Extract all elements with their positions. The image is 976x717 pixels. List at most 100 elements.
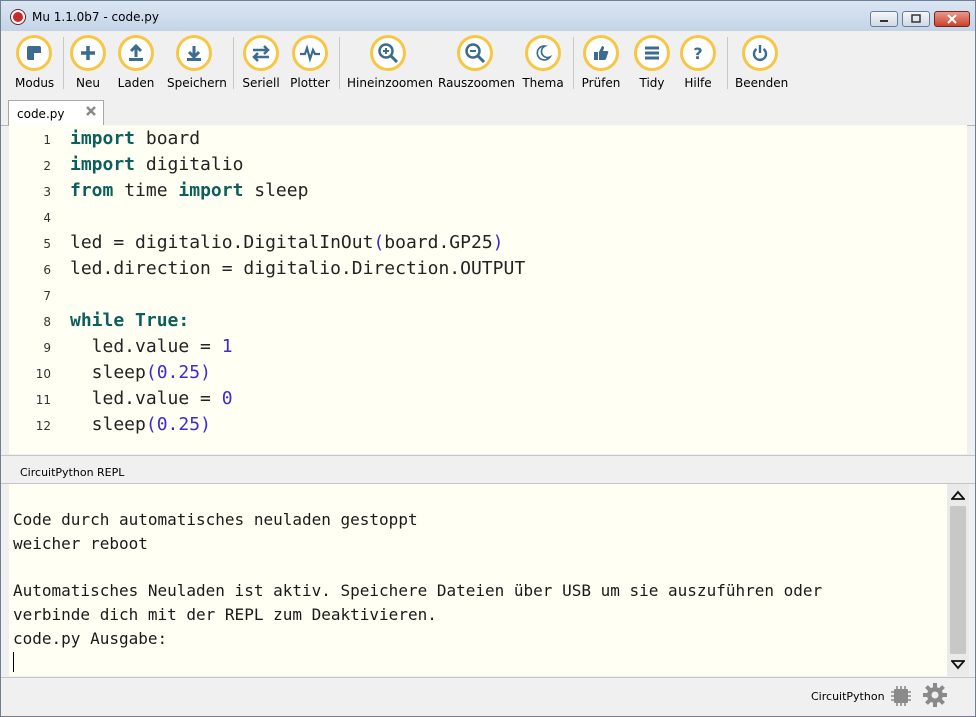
close-icon [947, 14, 957, 24]
minimize-button[interactable] [870, 11, 898, 27]
code-paren: ( [145, 362, 157, 383]
code-line: led = digitalio.DigitalInOut(board.GP25) [70, 232, 504, 254]
scroll-down-button[interactable] [948, 655, 968, 675]
plotter-label: Plotter [290, 76, 330, 90]
code-number: 0.25 [156, 362, 201, 383]
code-number: 0.25 [156, 414, 201, 435]
save-button[interactable]: Speichern [167, 35, 227, 90]
theme-button[interactable]: Thema [521, 35, 565, 90]
line-number: 11 [35, 393, 51, 407]
code-keyword: True [135, 310, 179, 331]
line-number-gutter: 1 2 3 4 5 6 7 8 9 10 11 12 [9, 125, 63, 454]
arrow-up-icon [951, 490, 965, 500]
minimize-icon [880, 20, 888, 22]
scroll-up-button[interactable] [948, 485, 968, 505]
quit-label: Beenden [735, 76, 789, 90]
moon-icon [536, 45, 553, 61]
zoom-out-button[interactable]: Rauszoomen [438, 35, 515, 90]
load-label: Laden [117, 76, 155, 90]
code-keyword: import [70, 154, 136, 175]
scroll-thumb[interactable] [950, 506, 966, 654]
plus-icon [81, 46, 95, 60]
tidy-label: Tidy [639, 76, 665, 90]
gear-icon[interactable] [922, 682, 948, 708]
code-line: sleep(0.25) [70, 362, 211, 384]
code-editor[interactable]: 1 2 3 4 5 6 7 8 9 10 11 12 import board … [9, 125, 967, 454]
serial-button[interactable]: Seriell [241, 35, 281, 90]
plotter-button[interactable]: Plotter [289, 35, 331, 90]
code-line: led.value = 0 [70, 388, 233, 410]
maximize-icon [911, 14, 921, 23]
toolbar: Modus Neu Laden Speichern Seriell Plotte… [1, 31, 975, 97]
repl-panel-header: CircuitPython REPL [1, 455, 975, 484]
close-tab-icon[interactable] [85, 105, 97, 121]
code-keyword: import [178, 180, 244, 201]
code-line: import digitalio [70, 154, 243, 176]
code-paren: ) [200, 362, 211, 383]
repl-output-line: code.py Ausgabe: [13, 629, 168, 648]
repl-console[interactable]: Code durch automatisches neuladen gestop… [9, 484, 947, 676]
toolbar-divider [339, 37, 340, 89]
code-colon: : [178, 310, 190, 331]
help-label: Hilfe [684, 76, 712, 90]
zoom-in-button[interactable]: Hineinzoomen [347, 35, 433, 90]
line-number: 3 [43, 185, 51, 199]
upload-icon [129, 43, 143, 61]
code-text: board [135, 128, 201, 149]
code-text: time [113, 180, 179, 201]
download-icon [187, 46, 201, 61]
code-text: sleep [70, 362, 146, 383]
code-number: 1 [221, 336, 233, 357]
repl-output-line: verbinde dich mit der REPL zum Deaktivie… [13, 605, 437, 624]
close-window-button[interactable] [934, 11, 970, 27]
line-number: 2 [43, 159, 51, 173]
arrows-icon [252, 45, 270, 62]
save-label: Speichern [167, 76, 227, 90]
toolbar-divider [727, 37, 728, 89]
toolbar-divider [63, 37, 64, 89]
theme-label: Thema [522, 76, 564, 90]
tidy-button[interactable]: Tidy [633, 35, 671, 90]
current-mode-label: CircuitPython [811, 690, 885, 703]
repl-output-line: Code durch automatisches neuladen gestop… [13, 510, 418, 529]
line-number: 8 [43, 315, 51, 329]
help-button[interactable]: ? Hilfe [679, 35, 717, 90]
line-number: 7 [43, 289, 51, 303]
mode-label: Modus [15, 76, 55, 90]
line-number: 9 [43, 341, 51, 355]
tab-code-py[interactable]: code.py [8, 100, 104, 126]
zoom-in-icon [378, 43, 399, 64]
repl-scrollbar[interactable] [947, 484, 969, 676]
code-paren: ( [145, 414, 157, 435]
code-text: board.GP25 [384, 232, 493, 253]
code-keyword: while [70, 310, 125, 331]
toolbar-divider [233, 37, 234, 89]
maximize-button[interactable] [902, 11, 930, 27]
window-title: Mu 1.1.0b7 - code.py [32, 10, 159, 24]
line-number: 5 [43, 237, 51, 251]
repl-title: CircuitPython REPL [20, 466, 125, 479]
chip-icon[interactable] [889, 684, 913, 708]
line-number: 12 [35, 419, 51, 433]
code-text: digitalio [135, 154, 244, 175]
mode-icon [27, 46, 41, 60]
new-label: Neu [76, 76, 100, 90]
new-button[interactable]: Neu [69, 35, 107, 90]
repl-output-line: weicher reboot [13, 534, 148, 553]
text-cursor [13, 652, 14, 672]
zoom-in-label: Hineinzoomen [347, 76, 433, 90]
check-button[interactable]: Prüfen [581, 35, 621, 90]
svg-text:?: ? [693, 44, 702, 63]
line-number: 1 [43, 133, 51, 147]
quit-button[interactable]: Beenden [735, 35, 789, 90]
mode-button[interactable]: Modus [15, 35, 55, 90]
code-line: while True: [70, 310, 189, 332]
line-number: 10 [35, 367, 51, 381]
code-text: sleep [70, 414, 146, 435]
code-keyword: import [70, 128, 136, 149]
title-bar: Mu 1.1.0b7 - code.py [1, 1, 975, 31]
thumbs-up-icon [594, 46, 609, 60]
code-keyword: from [70, 180, 114, 201]
load-button[interactable]: Laden [117, 35, 155, 90]
